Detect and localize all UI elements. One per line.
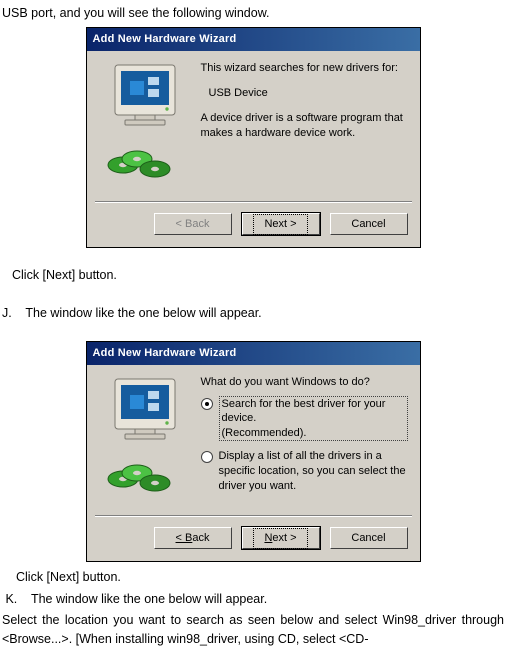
dialog-titlebar: Add New Hardware Wizard [87,28,420,51]
wizard-prompt: What do you want Windows to do? [201,375,408,390]
figure-1: Add New Hardware Wizard [2,27,504,248]
dialog-body: This wizard searches for new drivers for… [87,51,420,201]
button-bar: < Back Next > Cancel [87,203,420,247]
device-name: USB Device [201,86,408,101]
cancel-button[interactable]: Cancel [330,213,408,235]
wizard-text-1: This wizard searches for new drivers for… [201,61,408,76]
click-next-2: Click [Next] button. [2,568,504,587]
cancel-button[interactable]: Cancel [330,527,408,549]
radio-label: Display a list of all the drivers in a s… [219,449,408,494]
dialog-add-hardware-2: Add New Hardware Wizard [86,341,421,562]
step-j: J. The window like the one below will ap… [2,304,504,323]
next-button[interactable]: Next > [242,213,320,235]
next-button[interactable]: Next > [242,527,320,549]
dialog-content: What do you want Windows to do? Search f… [191,375,408,507]
radio-option-recommended[interactable]: Search for the best driver for your devi… [201,396,408,441]
radio-icon [201,398,213,410]
browse-instruction: Select the location you want to search a… [2,611,504,650]
computer-with-cds-icon [105,63,185,193]
wizard-text-2: A device driver is a software program th… [201,111,408,141]
radio-option-list[interactable]: Display a list of all the drivers in a s… [201,449,408,494]
wizard-art [99,375,191,507]
intro-text: USB port, and you will see the following… [2,4,504,23]
wizard-art [99,61,191,193]
dialog-add-hardware-1: Add New Hardware Wizard [86,27,421,248]
back-button[interactable]: < Back [154,213,232,235]
dialog-titlebar: Add New Hardware Wizard [87,342,420,365]
button-bar: < Back Next > Cancel [87,517,420,561]
radio-icon [201,451,213,463]
dialog-body: What do you want Windows to do? Search f… [87,365,420,515]
dialog-content: This wizard searches for new drivers for… [191,61,408,193]
step-k: K. The window like the one below will ap… [2,590,504,609]
computer-with-cds-icon [105,377,185,507]
back-button[interactable]: < Back [154,527,232,549]
radio-label: Search for the best driver for your devi… [219,396,408,441]
click-next-1: Click [Next] button. [2,266,504,285]
figure-2: Add New Hardware Wizard [2,341,504,562]
